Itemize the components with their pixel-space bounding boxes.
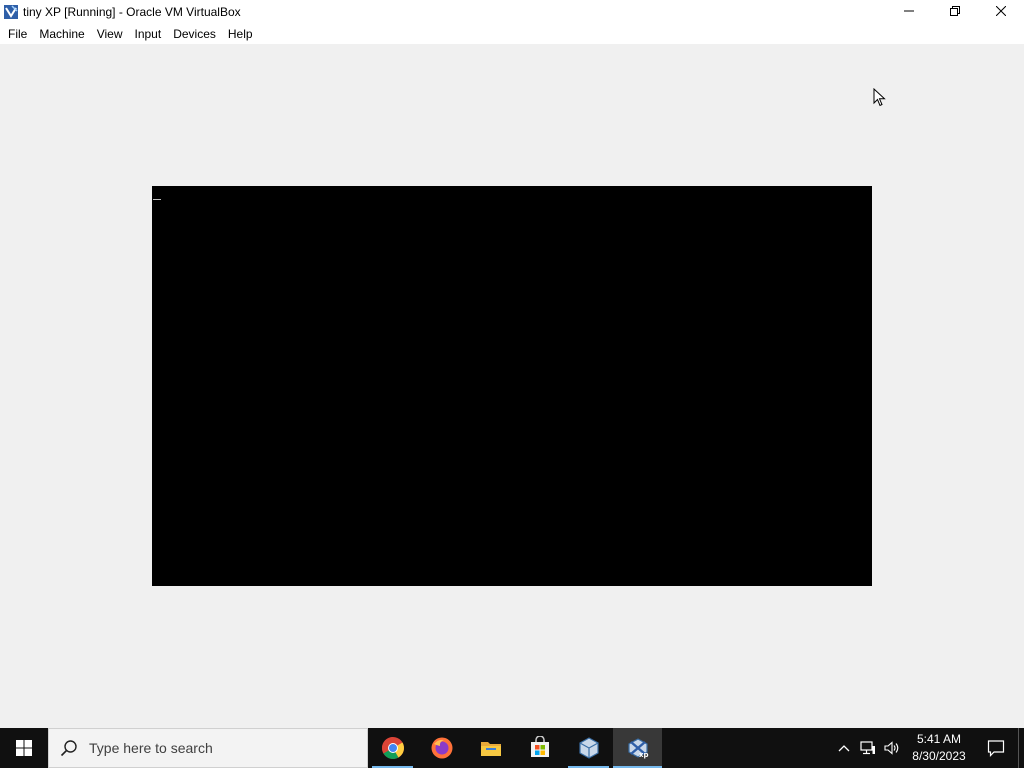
- title-bar[interactable]: tiny XP [Running] - Oracle VM VirtualBox: [0, 0, 1024, 23]
- show-hidden-icons-button[interactable]: [832, 728, 856, 768]
- volume-tray-button[interactable]: [880, 728, 904, 768]
- virtualbox-app-icon[interactable]: [3, 4, 19, 20]
- file-explorer-icon: [480, 742, 501, 756]
- window-controls: [886, 0, 1024, 23]
- taskbar-search[interactable]: Type here to search: [48, 728, 368, 768]
- network-tray-button[interactable]: [856, 728, 880, 768]
- menu-bar: File Machine View Input Devices Help: [0, 23, 1024, 44]
- window-title: tiny XP [Running] - Oracle VM VirtualBox: [23, 4, 241, 19]
- menu-view[interactable]: View: [91, 25, 129, 43]
- network-icon: [860, 741, 875, 755]
- notification-icon: [987, 740, 1005, 757]
- taskbar-virtualbox-vm[interactable]: xp: [613, 728, 662, 768]
- start-button[interactable]: [0, 728, 48, 768]
- menu-machine[interactable]: Machine: [33, 25, 90, 43]
- close-icon: [996, 6, 1006, 16]
- microsoft-store-icon: [530, 736, 549, 757]
- system-tray: 5:41 AM 8/30/2023: [832, 728, 1024, 768]
- vm-screen[interactable]: [152, 186, 872, 586]
- minimize-button[interactable]: [886, 0, 932, 22]
- clock-date: 8/30/2023: [912, 749, 966, 763]
- chrome-icon: [381, 737, 404, 759]
- minimize-icon: [904, 10, 914, 12]
- svg-text:xp: xp: [639, 751, 649, 759]
- windows-logo-icon: [16, 740, 32, 756]
- taskbar-virtualbox-manager[interactable]: [564, 728, 613, 768]
- text-cursor: [153, 199, 161, 200]
- menu-devices[interactable]: Devices: [167, 25, 222, 43]
- taskbar-microsoft-store[interactable]: [515, 728, 564, 768]
- virtualbox-manager-icon: [578, 737, 599, 759]
- search-placeholder: Type here to search: [89, 740, 213, 756]
- action-center-button[interactable]: [974, 728, 1018, 768]
- restore-button[interactable]: [932, 0, 978, 22]
- search-icon: [49, 739, 89, 757]
- clock-time: 5:41 AM: [916, 732, 962, 746]
- chevron-up-icon: [838, 745, 850, 752]
- vm-display-area: [0, 44, 1024, 728]
- taskbar-chrome[interactable]: [368, 728, 417, 768]
- taskbar-firefox[interactable]: [417, 728, 466, 768]
- taskbar: Type here to search xp 5:41 AM 8/30/2023: [0, 728, 1024, 768]
- taskbar-apps: xp: [368, 728, 662, 768]
- taskbar-clock[interactable]: 5:41 AM 8/30/2023: [904, 728, 974, 768]
- menu-file[interactable]: File: [2, 25, 33, 43]
- restore-icon: [950, 6, 960, 16]
- speaker-icon: [884, 741, 899, 755]
- firefox-icon: [431, 737, 452, 759]
- close-button[interactable]: [978, 0, 1024, 22]
- virtualbox-vm-icon: xp: [627, 738, 649, 759]
- mouse-pointer-icon: [873, 88, 886, 107]
- show-desktop-button[interactable]: [1018, 728, 1024, 768]
- menu-help[interactable]: Help: [222, 25, 259, 43]
- menu-input[interactable]: Input: [129, 25, 168, 43]
- taskbar-file-explorer[interactable]: [466, 728, 515, 768]
